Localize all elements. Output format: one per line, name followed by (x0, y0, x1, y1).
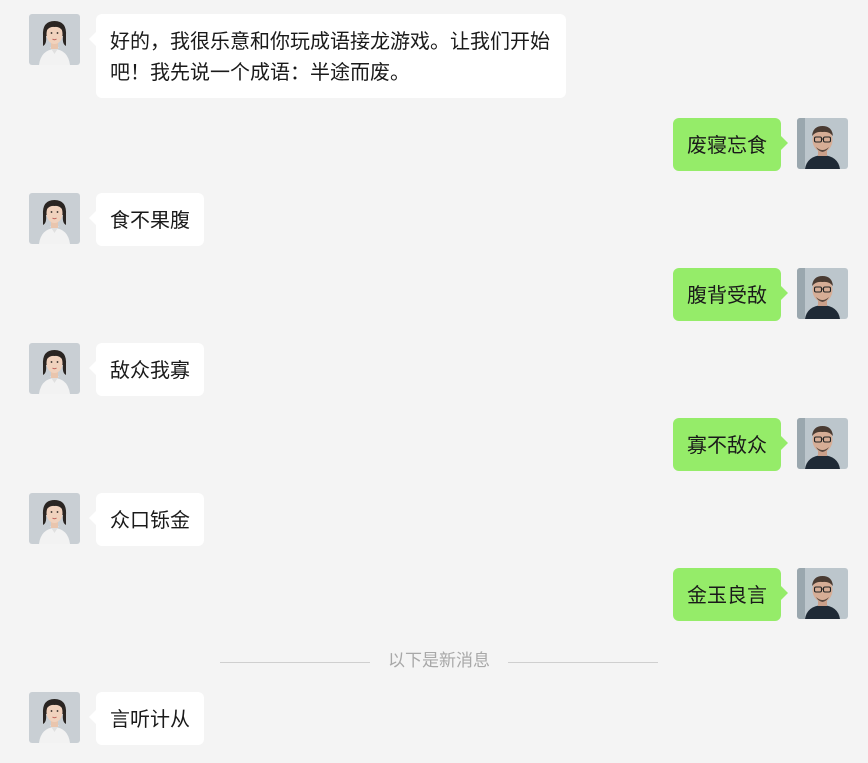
message-bubble-incoming[interactable]: 众口铄金 (89, 493, 204, 546)
message-bubble-outgoing[interactable]: 腹背受敌 (673, 268, 788, 321)
divider-line-right (508, 662, 658, 663)
male-avatar-icon[interactable] (797, 118, 848, 169)
new-messages-divider: 以下是新消息 (220, 650, 658, 672)
female-avatar-icon[interactable] (29, 493, 80, 544)
divider-label: 以下是新消息 (388, 651, 490, 671)
message-bubble-incoming[interactable]: 食不果腹 (89, 193, 204, 246)
female-avatar-icon[interactable] (29, 692, 80, 743)
message-bubble-outgoing[interactable]: 废寝忘食 (673, 118, 788, 171)
message-bubble-outgoing[interactable]: 寡不敌众 (673, 418, 788, 471)
male-avatar-icon[interactable] (797, 268, 848, 319)
message-bubble-outgoing[interactable]: 金玉良言 (673, 568, 788, 621)
female-avatar-icon[interactable] (29, 193, 80, 244)
chat-window: 好的，我很乐意和你玩成语接龙游戏。让我们开始吧！我先说一个成语：半途而废。 废寝… (0, 0, 868, 763)
female-avatar-icon[interactable] (29, 343, 80, 394)
message-bubble-incoming[interactable]: 言听计从 (89, 692, 204, 745)
male-avatar-icon[interactable] (797, 568, 848, 619)
male-avatar-icon[interactable] (797, 418, 848, 469)
message-bubble-incoming[interactable]: 敌众我寡 (89, 343, 204, 396)
message-bubble-incoming[interactable]: 好的，我很乐意和你玩成语接龙游戏。让我们开始吧！我先说一个成语：半途而废。 (89, 14, 566, 98)
female-avatar-icon[interactable] (29, 14, 80, 65)
